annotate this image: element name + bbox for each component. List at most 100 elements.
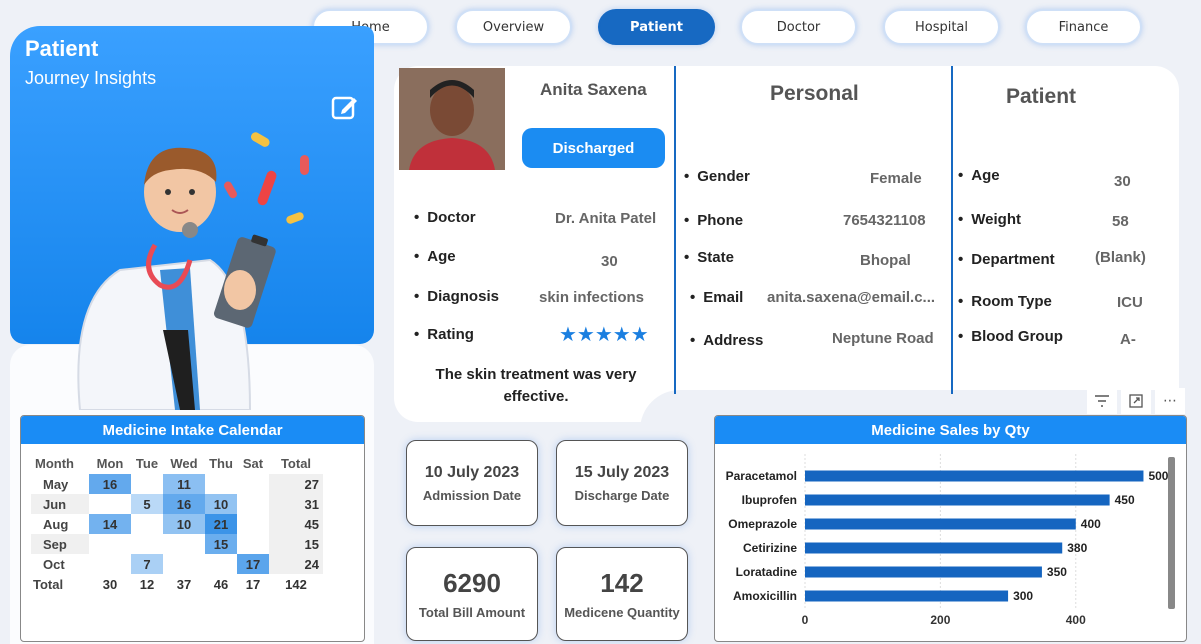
nav-doctor[interactable]: Doctor [740,9,857,45]
patient-age-label: Age [958,167,999,184]
medicine-quantity-value: 142 [600,568,644,598]
weight-value: 58 [1112,213,1129,230]
gender-label: Gender [684,168,750,185]
chart-scrollbar[interactable] [1168,457,1175,609]
col-header[interactable]: Mon [89,452,131,474]
admission-date-card: 10 July 2023 Admission Date [406,440,538,526]
rating-label: Rating [414,326,474,343]
calendar-cell [205,474,237,494]
age-label: Age [414,248,455,265]
calendar-cell: 16 [89,474,131,494]
col-header[interactable]: Total [269,452,323,474]
x-tick-label: 400 [1066,613,1086,627]
calendar-month: Sep [31,534,89,554]
calendar-title: Medicine Intake Calendar [21,416,364,444]
data-label: 300 [1013,589,1033,603]
nav-patient[interactable]: Patient [598,9,715,45]
x-tick-label: 200 [930,613,950,627]
col-header[interactable]: Wed [163,452,205,474]
calendar-row: Oct 7 17 24 [31,554,323,574]
chart-title: Medicine Sales by Qty [715,416,1186,444]
data-label: 380 [1067,541,1087,555]
bar[interactable] [805,590,1009,602]
calendar-row: Sep 15 15 [31,534,323,554]
bar[interactable] [805,518,1076,530]
status-badge: Discharged [522,128,665,168]
patient-photo [399,68,505,170]
calendar-cell: 12 [139,576,155,592]
calendar-row: Total 30 12 37 46 17 142 [31,574,323,594]
total-bill-value: 6290 [443,568,501,598]
bar[interactable] [805,566,1042,578]
doctor-value: Dr. Anita Patel [555,210,657,227]
discharge-date-card: 15 July 2023 Discharge Date [556,440,688,526]
room-type-value: ICU [1117,294,1143,311]
hero-subtitle: Journey Insights [25,68,157,88]
weight-label: Weight [958,211,1021,228]
calendar-cell: 17 [245,576,261,592]
calendar-month: May [43,476,69,492]
category-label: Amoxicillin [733,589,797,603]
col-header-month[interactable]: Month [31,452,89,474]
x-tick-label: 0 [802,613,809,627]
calendar-row: Jun 5 16 10 31 [31,494,323,514]
medicine-sales-chart: 0 200 400 Paracetamol 500 Ibuprofen 450 Omepraz… [726,454,1169,627]
calendar-cell: 7 [131,554,163,574]
blood-group-value: A- [1120,331,1136,348]
total-bill-label: Total Bill Amount [418,605,526,620]
col-header[interactable]: Sat [237,452,269,474]
calendar-row-total: 15 [269,534,323,554]
diagnosis-value: skin infections [539,289,645,306]
admission-date-label: Admission Date [422,487,522,503]
state-label: State [684,249,734,266]
calendar-cell: 21 [205,514,237,534]
bar[interactable] [805,494,1110,506]
medicine-quantity-label: Medicene Quantity [564,605,680,620]
calendar-cell [163,554,205,574]
nav-hospital[interactable]: Hospital [883,9,1000,45]
personal-heading: Personal [770,82,859,105]
calendar-cell: 11 [163,474,205,494]
calendar-row-total: 45 [269,514,323,534]
department-value: (Blank) [1095,249,1146,266]
calendar-cell: 10 [163,514,205,534]
category-label: Paracetamol [726,469,797,483]
calendar-cell: 10 [205,494,237,514]
calendar-cell [205,554,237,574]
patient-heading: Patient [1006,85,1077,108]
category-label: Loratadine [736,565,798,579]
bar[interactable] [805,542,1063,554]
calendar-row: May 16 11 27 [31,474,323,494]
room-type-label: Room Type [958,293,1052,310]
col-header[interactable]: Thu [205,452,237,474]
calendar-row: Aug 14 10 21 45 [31,514,323,534]
phone-value: 7654321108 [843,212,926,229]
test-tube-icon [257,170,277,206]
data-label: 450 [1115,493,1135,507]
gender-value: Female [870,170,922,187]
calendar-cell [237,494,269,514]
email-label: Email [690,289,743,306]
email-value: anita.saxena@email.c... [767,289,936,306]
patient-age-value: 30 [1114,173,1131,190]
expand-icon[interactable] [1121,388,1151,414]
calendar-cell: 14 [89,514,131,534]
filter-icon[interactable] [1087,388,1117,414]
calendar-cell [89,494,131,514]
admission-date-value: 10 July 2023 [424,463,520,481]
calendar-row-total: 142 [285,576,307,592]
calendar-cell: 17 [237,554,269,574]
nav-finance[interactable]: Finance [1025,9,1142,45]
discharge-date-label: Discharge Date [574,487,670,503]
department-label: Department [958,251,1054,268]
more-options-icon[interactable]: ⋯ [1155,388,1185,414]
data-label: 400 [1081,517,1101,531]
divider [951,66,953,394]
calendar-cell [237,534,269,554]
calendar-cell: 15 [205,534,237,554]
nav-overview[interactable]: Overview [455,9,572,45]
col-header[interactable]: Tue [131,452,163,474]
calendar-cell [89,554,131,574]
bar[interactable] [805,470,1144,482]
calendar-matrix: Month Mon Tue Wed Thu Sat Total May 16 11 2… [31,452,323,594]
